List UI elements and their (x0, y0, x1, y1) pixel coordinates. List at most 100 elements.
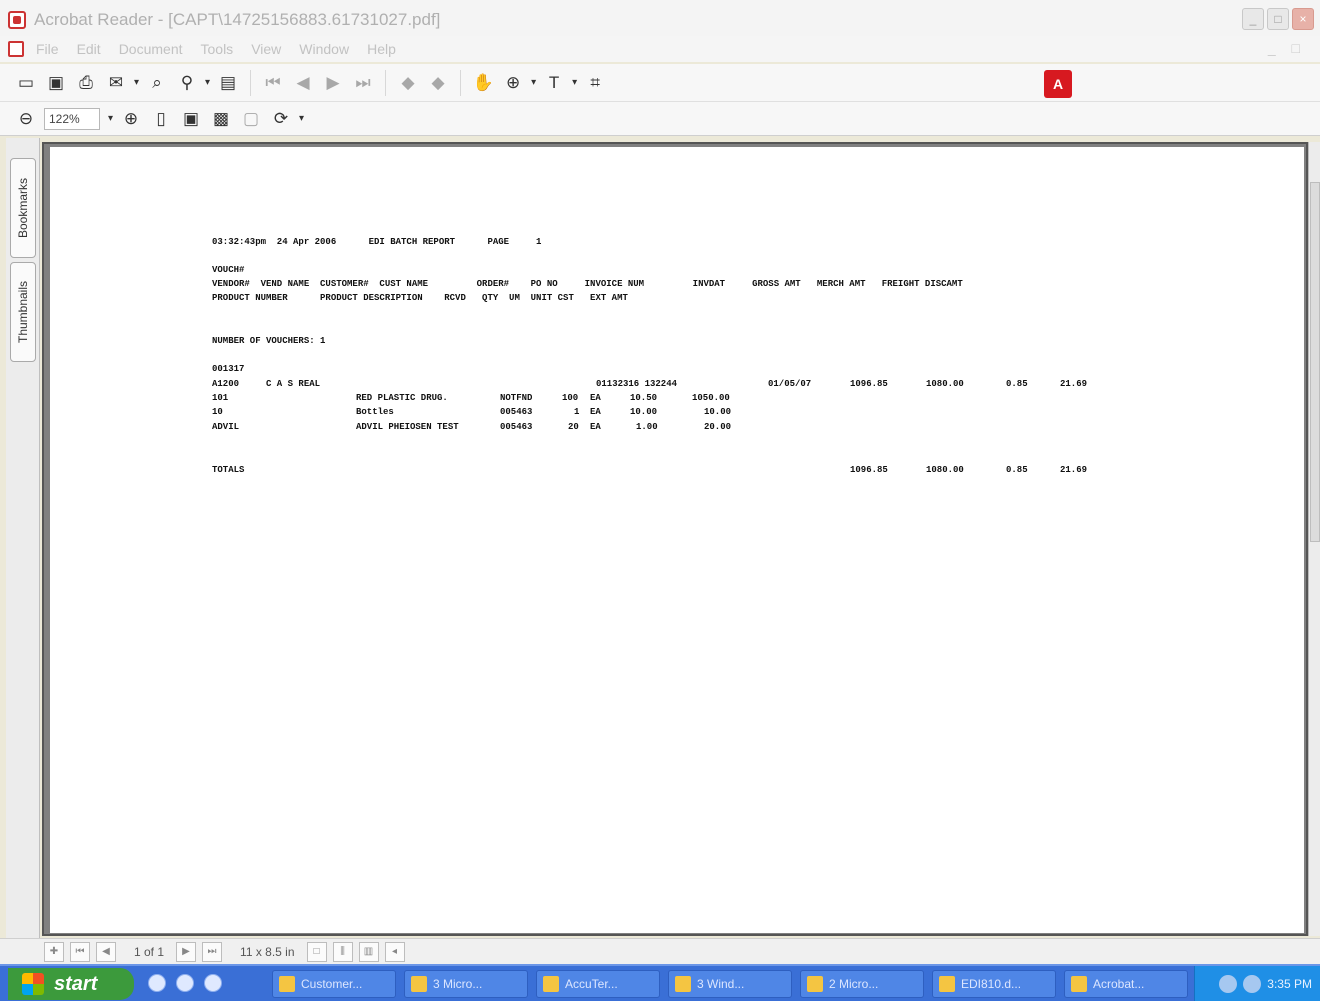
app-icon (807, 976, 823, 992)
navigation-pane: Bookmarks Thumbnails (6, 138, 40, 938)
acrobat-app-icon (8, 11, 26, 29)
item-rcvd: 005463 (500, 407, 533, 417)
next-page-icon[interactable]: ▶ (176, 941, 197, 962)
vertical-scrollbar[interactable] (1308, 142, 1320, 936)
snapshot-icon[interactable]: ⌗ (583, 71, 607, 95)
column-header-row3: PRODUCT NUMBER PRODUCT DESCRIPTION RCVD … (212, 293, 628, 303)
single-page-icon[interactable]: □ (306, 941, 327, 962)
menu-document[interactable]: Document (119, 41, 183, 57)
text-select-icon[interactable]: T (542, 71, 566, 95)
main-toolbar: ▭ ▣ ⎙ ✉ ▾ ⌕ ⚲ ▾ ▤ ⏮ ◀ ▶ ⏭ ◆ ◆ ✋ ⊕ ▾ T ▾ … (0, 64, 1320, 102)
next-page-icon[interactable]: ▶ (321, 71, 345, 95)
move-pane-icon[interactable]: ✚ (44, 941, 64, 962)
number-of-vouchers: NUMBER OF VOUCHERS: 1 (212, 336, 326, 346)
item-ext-amount: 20.00 (704, 422, 732, 432)
item-rcvd: NOTFND (500, 393, 533, 403)
first-page-icon[interactable]: ⏮ (70, 941, 90, 962)
facing-icon[interactable]: ▥ (358, 941, 379, 962)
previous-page-icon[interactable]: ◀ (96, 941, 116, 962)
toolbar-separator (250, 69, 252, 96)
menu-help[interactable]: Help (367, 41, 396, 57)
navigation-pane-icon[interactable]: ▤ (216, 71, 240, 95)
hand-tool-icon[interactable]: ✋ (471, 71, 495, 95)
internet-explorer-icon[interactable] (176, 974, 194, 992)
bookmarks-tab-label: Bookmarks (16, 177, 30, 239)
item-unit-cost: 1.00 (636, 422, 658, 432)
task-edi810[interactable]: EDI810.d... (932, 970, 1056, 998)
previous-view-icon[interactable]: ◆ (396, 71, 420, 95)
item-qty: 100 (562, 393, 579, 403)
open-icon[interactable]: ▭ (14, 71, 38, 95)
item-ext-amount: 10.00 (704, 407, 732, 417)
task-micro-1[interactable]: 3 Micro... (404, 970, 528, 998)
minimize-button[interactable]: _ (1242, 8, 1264, 30)
item-number: ADVIL (212, 422, 240, 432)
last-page-icon[interactable]: ⏭ (202, 941, 223, 962)
task-acrobat[interactable]: Acrobat... (1064, 970, 1188, 998)
thumbnails-tab[interactable]: Thumbnails (10, 262, 36, 362)
vendor-line-gross: 1096.85 (850, 379, 888, 389)
item-description: RED PLASTIC DRUG. (356, 393, 448, 403)
windows-taskbar: start Customer... 3 Micro... AccuTer... … (0, 964, 1320, 1001)
scroll-left-icon[interactable]: ◂ (384, 941, 405, 962)
menu-window[interactable]: Window (299, 41, 349, 57)
zoom-input[interactable] (44, 107, 100, 130)
print-icon[interactable]: ⎙ (74, 71, 98, 95)
document-icon[interactable] (8, 41, 24, 57)
close-button[interactable]: × (1292, 8, 1314, 30)
task-customer[interactable]: Customer... (272, 970, 396, 998)
report-header: 03:32:43pm 24 Apr 2006 EDI BATCH REPORT … (212, 237, 542, 247)
last-page-icon[interactable]: ⏭ (351, 71, 375, 95)
fit-visible-icon[interactable]: ▢ (239, 107, 263, 131)
menu-edit[interactable]: Edit (77, 41, 101, 57)
rotate-dropdown-icon[interactable]: ▾ (299, 113, 304, 124)
zoom-dropdown-icon[interactable]: ▾ (531, 77, 536, 88)
search-icon[interactable]: ⚲ (175, 71, 199, 95)
fit-page-icon[interactable]: ▣ (179, 107, 203, 131)
task-micro-2[interactable]: 2 Micro... (800, 970, 924, 998)
clock[interactable]: 3:35 PM (1267, 977, 1312, 991)
menu-file[interactable]: File (36, 41, 59, 57)
vendor-line-freight: 0.85 (1006, 379, 1028, 389)
first-page-icon[interactable]: ⏮ (261, 71, 285, 95)
email-icon[interactable]: ✉ (104, 71, 128, 95)
continuous-icon[interactable]: ⫼ (332, 941, 353, 962)
menu-view[interactable]: View (251, 41, 281, 57)
app-icon (939, 976, 955, 992)
menu-tools[interactable]: Tools (201, 41, 234, 57)
tray-icon[interactable] (1219, 974, 1238, 993)
show-desktop-icon[interactable] (148, 974, 166, 992)
save-icon[interactable]: ▣ (44, 71, 68, 95)
vendor-line-invoice: 01132316 132244 (596, 379, 678, 389)
zoom-out-icon[interactable]: ⊖ (14, 107, 38, 131)
previous-page-icon[interactable]: ◀ (291, 71, 315, 95)
edi-batch-report: 03:32:43pm 24 Apr 2006 EDI BATCH REPORT … (50, 147, 1304, 933)
media-player-icon[interactable] (204, 974, 222, 992)
bookmarks-tab[interactable]: Bookmarks (10, 158, 36, 258)
page-indicator[interactable]: 1 of 1 (134, 945, 164, 959)
totals-label: TOTALS (212, 465, 245, 475)
email-dropdown-icon[interactable]: ▾ (134, 77, 139, 88)
zoom-in-icon[interactable]: ⊕ (119, 107, 143, 131)
fit-width-icon[interactable]: ▩ (209, 107, 233, 131)
maximize-button[interactable]: □ (1267, 8, 1289, 30)
scrollbar-thumb[interactable] (1310, 182, 1320, 542)
vendor-line-vendor: A1200 C A S REAL (212, 379, 321, 389)
toolbar-separator (460, 69, 462, 96)
tray-icon[interactable] (1243, 974, 1262, 993)
document-window-controls[interactable]: _ □ (1268, 40, 1306, 56)
actual-size-icon[interactable]: ▯ (149, 107, 173, 131)
find-icon[interactable]: ⌕ (145, 71, 169, 95)
rotate-view-icon[interactable]: ⟳ (269, 107, 293, 131)
column-header-row2: VENDOR# VEND NAME CUSTOMER# CUST NAME OR… (212, 279, 963, 289)
next-view-icon[interactable]: ◆ (426, 71, 450, 95)
zoom-level-dropdown-icon[interactable]: ▾ (108, 113, 113, 124)
search-dropdown-icon[interactable]: ▾ (205, 77, 210, 88)
zoom-tool-icon[interactable]: ⊕ (501, 71, 525, 95)
task-accuterm[interactable]: AccuTer... (536, 970, 660, 998)
task-windows[interactable]: 3 Wind... (668, 970, 792, 998)
start-button[interactable]: start (8, 968, 134, 1000)
totals-freight: 0.85 (1006, 465, 1028, 475)
select-dropdown-icon[interactable]: ▾ (572, 77, 577, 88)
vendor-line-merch: 1080.00 (926, 379, 964, 389)
